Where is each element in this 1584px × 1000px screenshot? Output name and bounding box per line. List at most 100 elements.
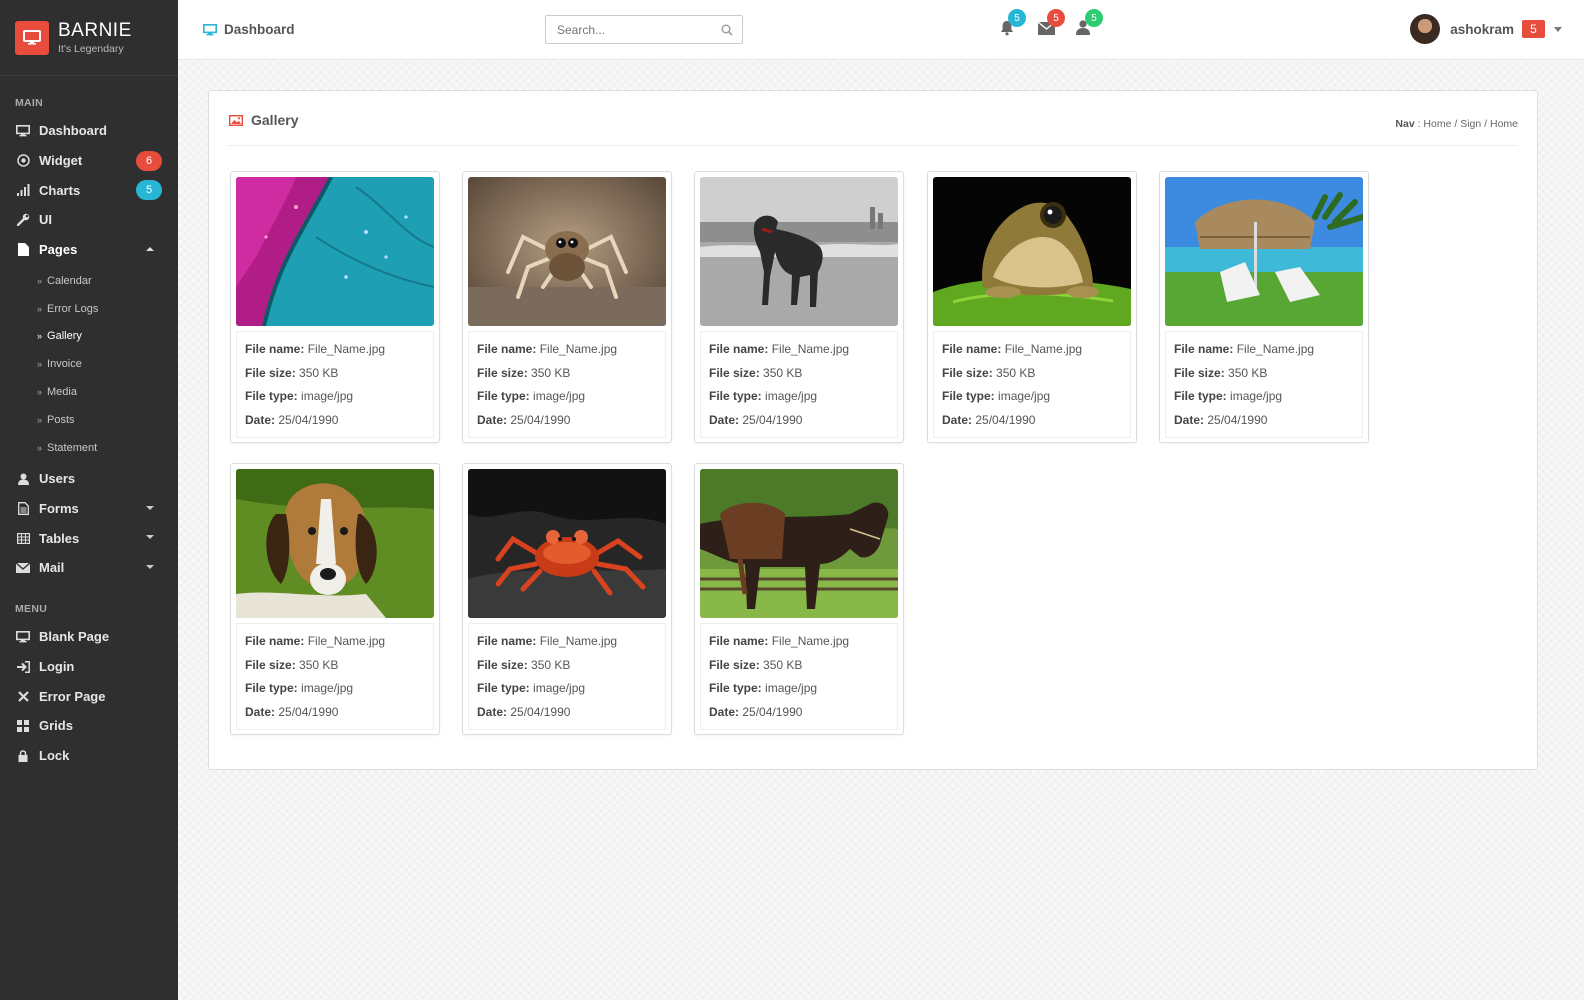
file-size-value: 350 KB <box>996 365 1036 380</box>
notifications-count-badge: 5 <box>1008 9 1026 27</box>
sidebar-item-users[interactable]: Users <box>0 464 178 494</box>
messages-button[interactable]: 5 <box>1037 9 1065 40</box>
file-icon <box>16 243 30 257</box>
file-name-label: File name: <box>709 634 769 648</box>
sidebar-subitem-gallery[interactable]: » Gallery <box>0 323 178 351</box>
file-name-value: File_Name.jpg <box>307 342 386 356</box>
sidebar-item-blank-page[interactable]: Blank Page <box>0 622 178 652</box>
brand[interactable]: BARNIE It's Legendary <box>0 0 178 76</box>
gallery-image-crab[interactable] <box>468 469 666 618</box>
sidebar-subitem-invoice[interactable]: » Invoice <box>0 350 178 378</box>
file-size-label: File size: <box>477 365 528 380</box>
gallery-card[interactable]: File name: File_Name.jpg File size: 350 … <box>230 463 440 735</box>
breadcrumb-current[interactable]: Home <box>1490 118 1518 130</box>
file-type-value: image/jpg <box>301 389 354 404</box>
file-type-value: image/jpg <box>533 681 586 696</box>
file-date-label: Date: <box>1174 413 1205 428</box>
file-size-value: 350 KB <box>763 657 803 672</box>
sidebar-subitem-media[interactable]: » Media <box>0 378 178 406</box>
gallery-image-spider[interactable] <box>468 177 666 326</box>
gallery-image-pool[interactable] <box>1165 177 1363 326</box>
search-input[interactable] <box>546 16 706 43</box>
sidebar-subitem-statement[interactable]: » Statement <box>0 434 178 462</box>
picture-icon <box>229 114 243 126</box>
file-meta: File name: File_Name.jpg File size: 350 … <box>236 623 434 730</box>
sign-in-icon <box>16 660 30 674</box>
file-date-value: 25/04/1990 <box>278 705 339 720</box>
file-meta: File name: File_Name.jpg File size: 350 … <box>1165 331 1363 438</box>
sidebar-item-tables[interactable]: Tables <box>0 523 178 553</box>
breadcrumb-separator: : <box>1417 118 1421 130</box>
file-name-value: File_Name.jpg <box>1004 342 1083 356</box>
brand-logo-icon <box>15 20 49 55</box>
file-name-label: File name: <box>477 634 537 648</box>
gallery-card[interactable]: File name: File_Name.jpg File size: 350 … <box>462 171 672 443</box>
user-menu[interactable]: ashokram 5 <box>1410 14 1562 44</box>
topbar-title[interactable]: Dashboard <box>203 22 295 37</box>
gallery-image-beagle[interactable] <box>236 469 434 618</box>
file-type-label: File type: <box>1174 389 1227 404</box>
more-nav: Users Forms Tables Mail <box>0 464 178 583</box>
file-name-label: File name: <box>245 634 305 648</box>
users-button[interactable]: 5 <box>1076 9 1103 40</box>
gallery-panel: Gallery Nav : Home / Sign / Home File na… <box>208 90 1538 770</box>
sidebar-item-pages[interactable]: Pages <box>0 235 178 265</box>
sidebar-subitem-error-logs[interactable]: » Error Logs <box>0 295 178 323</box>
file-size-label: File size: <box>942 365 993 380</box>
sidebar-item-ui[interactable]: UI <box>0 205 178 235</box>
sidebar-item-dashboard[interactable]: Dashboard <box>0 116 178 146</box>
subitem-label: Posts <box>47 413 75 426</box>
sidebar-item-grids[interactable]: Grids <box>0 711 178 741</box>
sidebar-item-forms[interactable]: Forms <box>0 494 178 524</box>
file-type-label: File type: <box>245 389 298 404</box>
notifications-button[interactable]: 5 <box>999 9 1026 40</box>
breadcrumb-sign[interactable]: Sign <box>1460 118 1481 130</box>
file-date-value: 25/04/1990 <box>975 413 1036 428</box>
sidebar-item-label: Blank Page <box>39 629 110 645</box>
sidebar-item-label: Pages <box>39 242 78 258</box>
file-type-value: image/jpg <box>1230 389 1283 404</box>
monitor-icon <box>16 124 30 138</box>
sidebar-item-error-page[interactable]: Error Page <box>0 681 178 711</box>
file-size-label: File size: <box>1174 365 1225 380</box>
double-chevron-right-icon: » <box>37 359 42 370</box>
breadcrumb-label: Nav <box>1395 118 1415 130</box>
file-name-label: File name: <box>477 342 537 356</box>
sidebar-item-mail[interactable]: Mail <box>0 553 178 583</box>
sidebar-item-lock[interactable]: Lock <box>0 741 178 771</box>
gallery-image-frog[interactable] <box>933 177 1131 326</box>
file-name-value: File_Name.jpg <box>771 634 850 648</box>
sidebar-item-login[interactable]: Login <box>0 652 178 682</box>
file-size-value: 350 KB <box>1228 365 1268 380</box>
monitor-icon <box>16 630 30 644</box>
subitem-label: Gallery <box>47 330 82 343</box>
sidebar-subitem-posts[interactable]: » Posts <box>0 406 178 434</box>
gallery-card[interactable]: File name: File_Name.jpg File size: 350 … <box>927 171 1137 443</box>
gallery-card[interactable]: File name: File_Name.jpg File size: 350 … <box>462 463 672 735</box>
sidebar-item-widget[interactable]: Widget 6 <box>0 146 178 176</box>
main-nav: Dashboard Widget 6 Charts 5 UI Pages <box>0 116 178 264</box>
gallery-image-dog-beach[interactable] <box>700 177 898 326</box>
gallery-card[interactable]: File name: File_Name.jpg File size: 350 … <box>230 171 440 443</box>
sidebar-subitem-calendar[interactable]: » Calendar <box>0 267 178 295</box>
file-name-value: File_Name.jpg <box>771 342 850 356</box>
user-icon <box>16 472 30 486</box>
file-type-label: File type: <box>709 681 762 696</box>
gallery-card[interactable]: File name: File_Name.jpg File size: 350 … <box>694 463 904 735</box>
sidebar-item-label: Mail <box>39 560 65 576</box>
breadcrumb-home[interactable]: Home <box>1423 118 1451 130</box>
sidebar: BARNIE It's Legendary MAIN Dashboard Wid… <box>0 0 178 1000</box>
search-icon[interactable] <box>721 24 733 36</box>
gallery-card[interactable]: File name: File_Name.jpg File size: 350 … <box>694 171 904 443</box>
gallery-card[interactable]: File name: File_Name.jpg File size: 350 … <box>1159 171 1369 443</box>
file-meta: File name: File_Name.jpg File size: 350 … <box>468 331 666 438</box>
brand-tagline: It's Legendary <box>58 42 124 55</box>
gallery-image-horse[interactable] <box>700 469 898 618</box>
x-icon <box>16 689 30 703</box>
envelope-icon <box>16 561 30 575</box>
sidebar-item-charts[interactable]: Charts 5 <box>0 175 178 205</box>
gallery-image-feather[interactable] <box>236 177 434 326</box>
sidebar-item-label: Tables <box>39 530 80 546</box>
subitem-label: Statement <box>47 441 98 454</box>
file-date-label: Date: <box>942 413 973 428</box>
